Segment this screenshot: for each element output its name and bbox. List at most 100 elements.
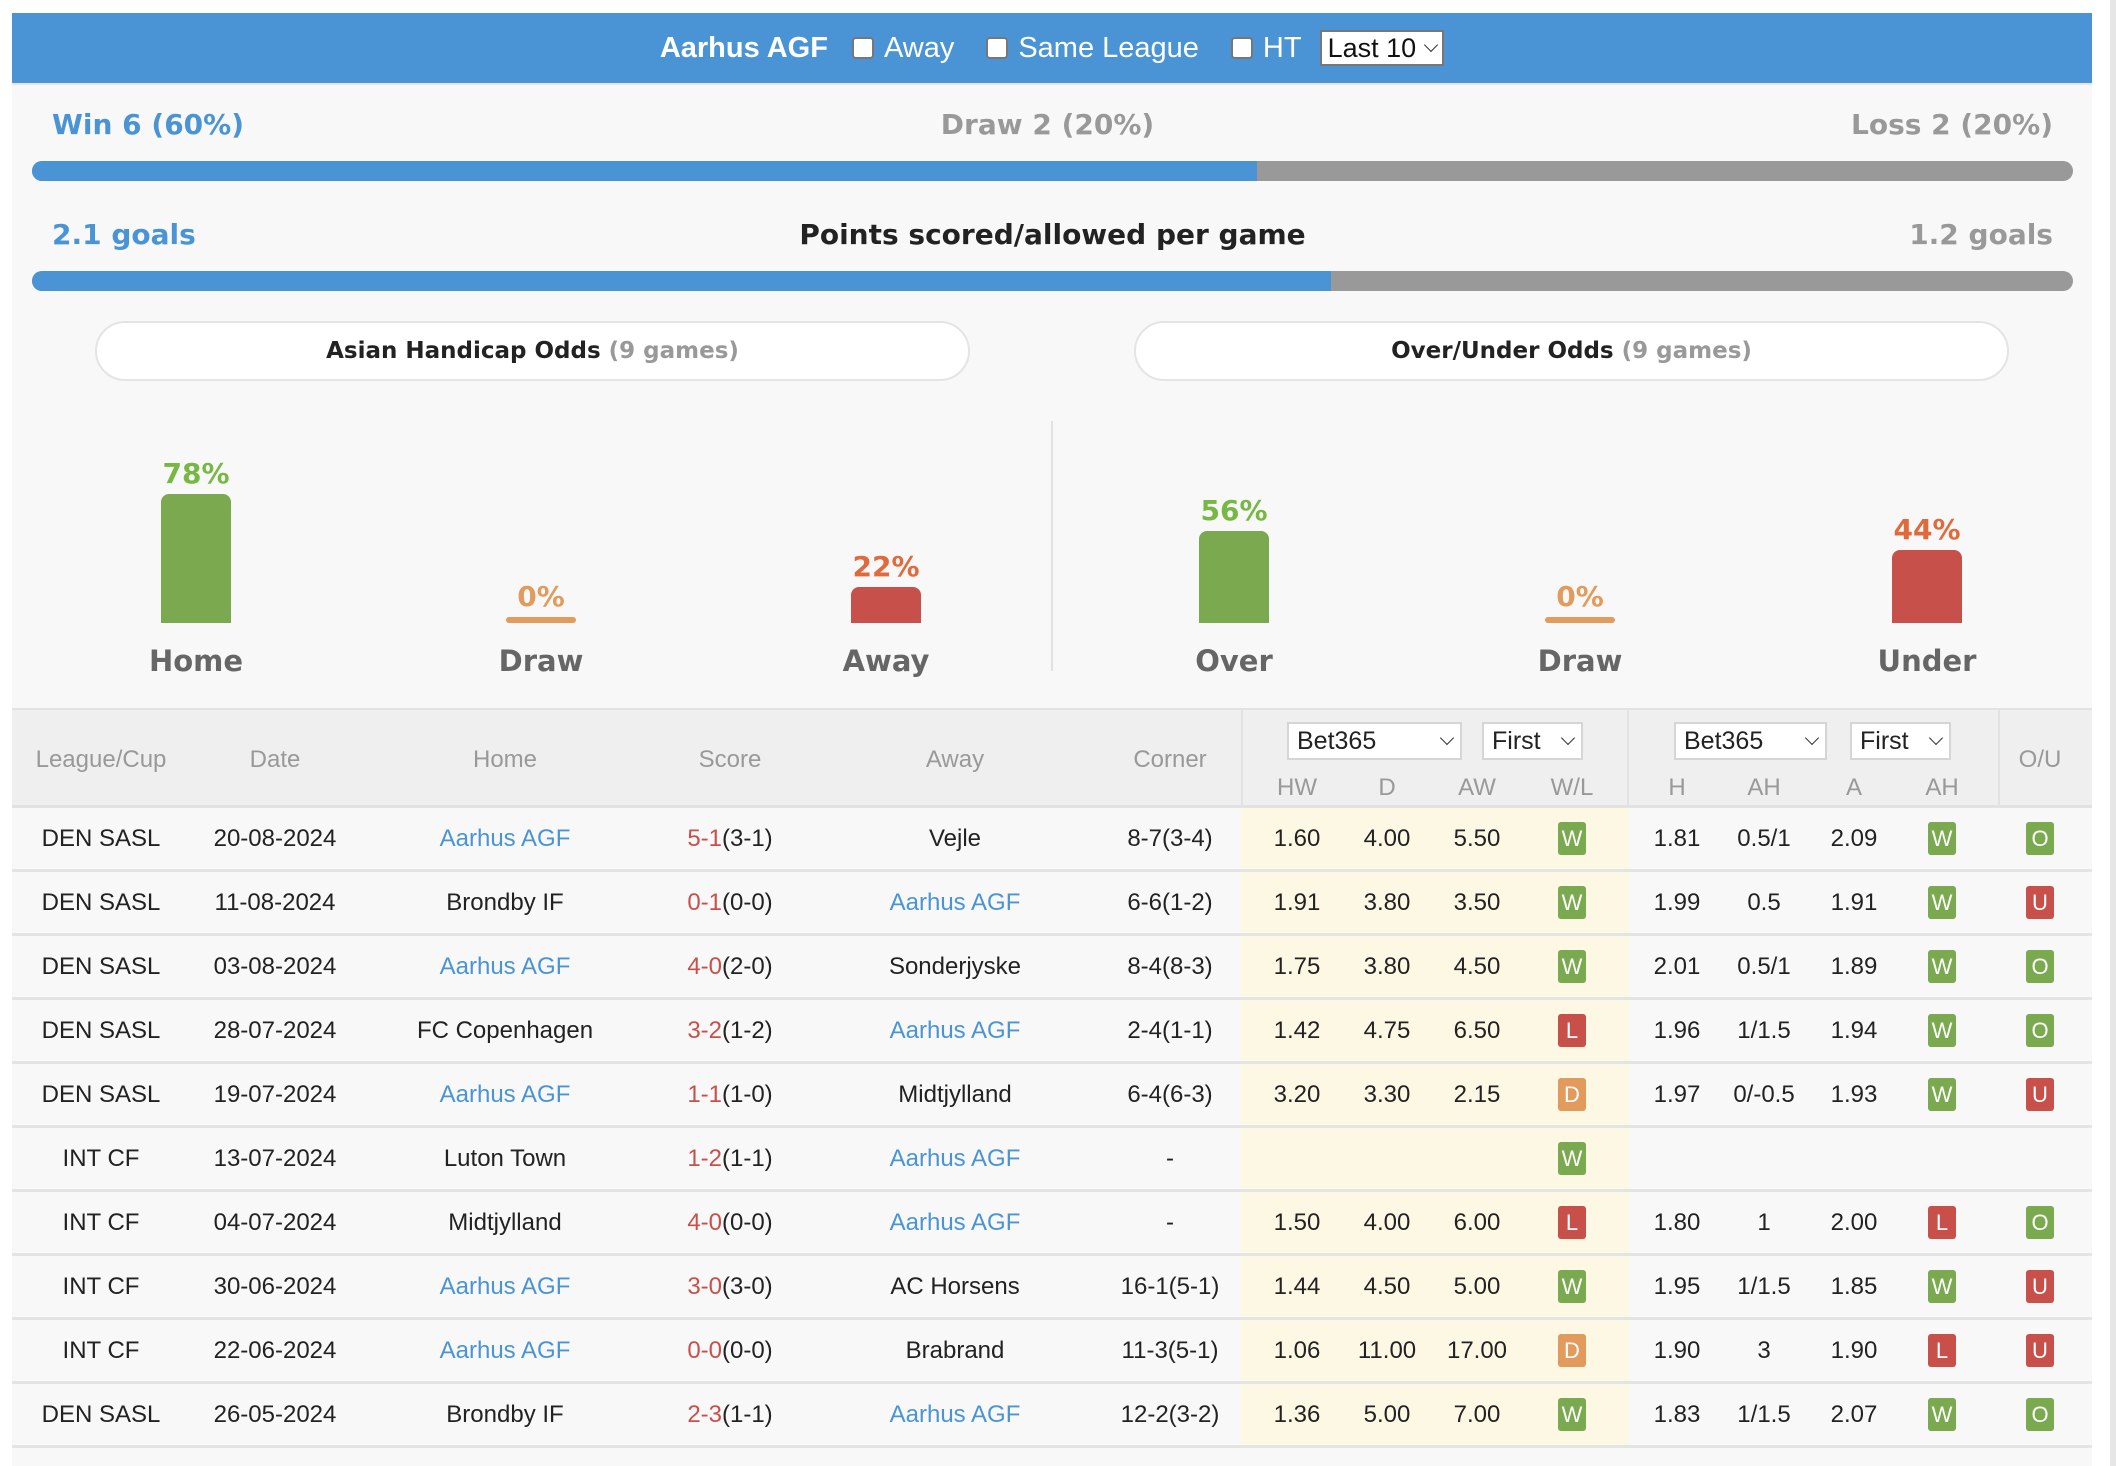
cell-home: Luton Town [360, 1128, 650, 1189]
corner-value: 16-1(5-1) [1120, 1272, 1220, 1300]
cell-ah-result: W [1902, 808, 1982, 869]
full-time-score[interactable]: 4-0 [687, 953, 722, 981]
cell-ah-result: W [1902, 1064, 1982, 1125]
full-time-score[interactable]: 0-1 [687, 889, 722, 917]
bar-draw [506, 617, 576, 623]
h-value: 1.95 [1653, 1272, 1701, 1300]
league-value: INT CF [62, 1208, 140, 1236]
team-link[interactable]: Aarhus AGF [440, 953, 571, 981]
away-filter[interactable]: Away [851, 31, 955, 65]
full-time-score[interactable]: 2-3 [687, 1401, 722, 1429]
same-league-checkbox[interactable] [986, 37, 1009, 59]
bar-value-label: 44% [1893, 513, 1961, 546]
cell-ah: 1/1.5 [1724, 1256, 1804, 1317]
cell-ah: 1/1.5 [1724, 1000, 1804, 1061]
cell-score: 2-3 (1-1) [650, 1384, 810, 1445]
asian-handicap-games: (9 games) [608, 338, 739, 364]
league-value: DEN SASL [41, 1016, 161, 1044]
full-time-score[interactable]: 5-1 [687, 825, 722, 853]
cell-h: 1.90 [1647, 1320, 1707, 1381]
cell-a: 1.94 [1824, 1000, 1884, 1061]
cell-d: 3.30 [1357, 1064, 1417, 1125]
cell-date: 30-06-2024 [190, 1256, 360, 1317]
cell-ah [1724, 1128, 1804, 1189]
chevron-down-icon [1439, 730, 1455, 746]
corner-value: 6-4(6-3) [1127, 1080, 1213, 1108]
goals-scored: 2.1 goals [52, 218, 196, 251]
cell-a [1824, 1128, 1884, 1189]
chart-column-away: 22% Away [811, 413, 961, 693]
team-link[interactable]: Aarhus AGF [890, 1017, 1021, 1045]
chart-column-draw: 0% Draw [466, 413, 616, 693]
odds-type-select-1[interactable]: First [1482, 722, 1583, 760]
col-corner: Corner [1133, 746, 1207, 773]
cell-away: Sonderjyske [810, 936, 1100, 997]
ah-value: 1 [1757, 1208, 1771, 1236]
cell-h: 1.80 [1647, 1192, 1707, 1253]
hw-value: 1.75 [1273, 952, 1321, 980]
cell-a: 1.85 [1824, 1256, 1884, 1317]
ht-checkbox[interactable] [1230, 37, 1253, 59]
date-value: 22-06-2024 [213, 1336, 337, 1364]
odds-type-select-2[interactable]: First [1850, 722, 1951, 760]
cell-d: 4.50 [1357, 1256, 1417, 1317]
team-link[interactable]: Aarhus AGF [440, 1273, 571, 1301]
wl-badge: W [1558, 1142, 1586, 1175]
cell-home: Aarhus AGF [360, 1320, 650, 1381]
ah-result-badge: W [1928, 1014, 1956, 1047]
half-time-score: (1-2) [722, 1016, 773, 1044]
a-value: 2.00 [1830, 1208, 1878, 1236]
wl-badge: D [1558, 1334, 1586, 1367]
bar-draw [1545, 617, 1615, 623]
cell-aw: 6.50 [1437, 1000, 1517, 1061]
cell-hw: 3.20 [1257, 1064, 1337, 1125]
ht-filter[interactable]: HT [1230, 32, 1302, 65]
full-time-score[interactable]: 1-1 [687, 1081, 722, 1109]
over-under-tab[interactable]: Over/Under Odds (9 games) [1134, 321, 2009, 381]
league-value: DEN SASL [41, 1400, 161, 1428]
cell-ah: 0.5 [1724, 872, 1804, 933]
odds-company-select-2[interactable]: Bet365 [1674, 722, 1827, 760]
odds-company-select-1[interactable]: Bet365 [1287, 722, 1462, 760]
team-link[interactable]: Aarhus AGF [440, 1337, 571, 1365]
cell-league: DEN SASL [12, 1000, 190, 1061]
cell-away: Vejle [810, 808, 1100, 869]
team-link[interactable]: Aarhus AGF [440, 1081, 571, 1109]
cell-ou [2000, 1128, 2080, 1189]
chart-column-over: 56% Over [1159, 413, 1309, 693]
cell-wl: W [1532, 936, 1612, 997]
full-time-score[interactable]: 0-0 [687, 1337, 722, 1365]
cell-ah-result: L [1902, 1192, 1982, 1253]
odds-type-select-1-value: First [1492, 726, 1541, 755]
cell-ah: 1 [1724, 1192, 1804, 1253]
d-value: 5.00 [1363, 1400, 1411, 1428]
team-name: Brondby IF [446, 1400, 564, 1428]
ah-result-badge: W [1928, 886, 1956, 919]
team-link[interactable]: Aarhus AGF [440, 825, 571, 853]
full-time-score[interactable]: 3-0 [687, 1273, 722, 1301]
away-checkbox[interactable] [851, 37, 874, 59]
team-link[interactable]: Aarhus AGF [890, 1145, 1021, 1173]
cell-home: Aarhus AGF [360, 808, 650, 869]
cell-ou: O [2000, 1384, 2080, 1445]
cell-a: 2.09 [1824, 808, 1884, 869]
hw-value: 1.42 [1273, 1016, 1321, 1044]
team-link[interactable]: Aarhus AGF [890, 1209, 1021, 1237]
asian-handicap-tab[interactable]: Asian Handicap Odds (9 games) [95, 321, 970, 381]
full-time-score[interactable]: 4-0 [687, 1209, 722, 1237]
league-value: DEN SASL [41, 824, 161, 852]
aw-value: 7.00 [1453, 1400, 1501, 1428]
same-league-filter[interactable]: Same League [986, 32, 1199, 65]
page-scrollbar[interactable] [2110, 0, 2116, 1466]
team-link[interactable]: Aarhus AGF [890, 1401, 1021, 1429]
team-name: Brondby IF [446, 888, 564, 916]
goals-summary: 2.1 goals Points scored/allowed per game… [32, 218, 2073, 251]
wl-badge: L [1558, 1014, 1586, 1047]
full-time-score[interactable]: 3-2 [687, 1017, 722, 1045]
cell-corner: 6-6(1-2) [1100, 872, 1240, 933]
away-filter-label: Away [883, 31, 955, 64]
team-link[interactable]: Aarhus AGF [890, 889, 1021, 917]
team-name: Midtjylland [898, 1080, 1012, 1108]
full-time-score[interactable]: 1-2 [687, 1145, 722, 1173]
range-select[interactable]: Last 10 [1319, 30, 1445, 66]
